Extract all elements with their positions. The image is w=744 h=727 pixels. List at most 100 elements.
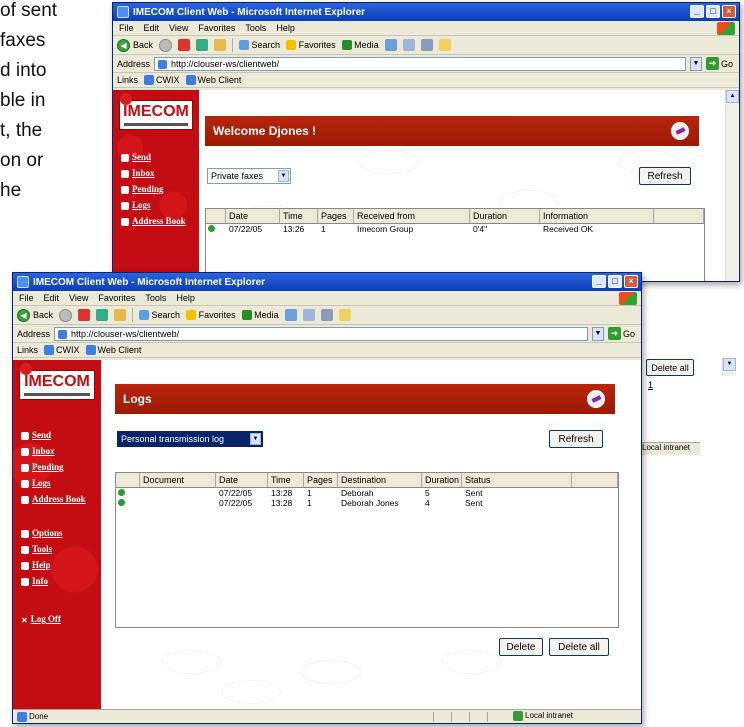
delete-all-button[interactable]: Delete all [549, 638, 609, 656]
link-cwix[interactable]: CWIX [44, 345, 80, 356]
menu-file[interactable]: File [119, 23, 134, 33]
nav-help[interactable]: Help [21, 560, 51, 570]
favorites-button[interactable]: Favorites [186, 310, 236, 321]
close-button[interactable]: × [722, 5, 736, 18]
maximize-button[interactable]: □ [608, 275, 622, 288]
home-icon[interactable] [214, 39, 227, 51]
menu-favorites[interactable]: Favorites [198, 23, 235, 33]
doc-text-line: he [0, 180, 22, 201]
folder-select[interactable]: Private faxes ▼ [207, 168, 291, 184]
mail-icon[interactable] [302, 309, 315, 321]
mail-icon[interactable] [402, 39, 415, 51]
back-button[interactable]: ◀ Back [17, 308, 53, 322]
table-row[interactable]: 07/22/05 13:28 1 Deborah 5 Sent [116, 488, 618, 498]
ie-icon [117, 6, 129, 18]
refresh-button[interactable]: Refresh [639, 167, 691, 185]
column-header[interactable]: Time [268, 473, 304, 487]
stop-icon[interactable] [78, 309, 91, 321]
refresh-icon[interactable] [96, 309, 109, 321]
pending-icon [21, 463, 29, 472]
nav-logs[interactable]: Logs [121, 200, 151, 210]
print-icon[interactable] [320, 309, 333, 321]
nav-address-book[interactable]: Address Book [21, 494, 86, 504]
menu-edit[interactable]: Edit [144, 23, 160, 33]
history-icon[interactable] [384, 39, 397, 51]
print-icon[interactable] [420, 39, 433, 51]
column-header[interactable]: Pages [318, 209, 354, 223]
column-header[interactable]: Date [226, 209, 280, 223]
history-icon[interactable] [284, 309, 297, 321]
folder-icon[interactable] [338, 309, 351, 321]
forward-arrow-icon[interactable] [59, 308, 73, 322]
table-row[interactable]: 07/22/05 13:26 1 Imecom Group 0'4" Recei… [206, 224, 704, 234]
link-cwix[interactable]: CWIX [144, 75, 180, 86]
nav-send[interactable]: Send [121, 152, 151, 162]
table-row[interactable]: 07/22/05 13:28 1 Deborah Jones 4 Sent [116, 498, 618, 508]
column-header[interactable]: Pages [304, 473, 338, 487]
address-input[interactable]: http://clouser-ws/clientweb/ [54, 326, 588, 341]
stop-icon[interactable] [178, 39, 191, 51]
address-dropdown-icon[interactable]: ▼ [591, 326, 604, 341]
search-button[interactable]: Search [139, 310, 180, 321]
nav-pending[interactable]: Pending [21, 462, 64, 472]
nav-send[interactable]: Send [21, 430, 51, 440]
column-header[interactable]: Information [540, 209, 654, 223]
media-button[interactable]: Media [341, 40, 379, 51]
nav-inbox[interactable]: Inbox [121, 168, 155, 178]
address-dropdown-icon[interactable]: ▼ [689, 56, 702, 71]
link-web-client[interactable]: Web Client [185, 75, 241, 86]
menu-favorites[interactable]: Favorites [98, 293, 135, 303]
nav-log-off[interactable]: ✕ Log Off [21, 614, 61, 625]
menu-tools[interactable]: Tools [145, 293, 166, 303]
minimize-button[interactable]: _ [690, 5, 704, 18]
home-icon[interactable] [114, 309, 127, 321]
menu-tools[interactable]: Tools [245, 23, 266, 33]
link-web-client[interactable]: Web Client [85, 345, 141, 356]
vertical-scrollbar[interactable]: ▲ [725, 90, 739, 281]
nav-logs[interactable]: Logs [21, 478, 51, 488]
nav-options[interactable]: Options [21, 528, 63, 538]
delete-button[interactable]: Delete [499, 638, 543, 656]
close-button[interactable]: × [624, 275, 638, 288]
nav-pending[interactable]: Pending [121, 184, 164, 194]
nav-address-book[interactable]: Address Book [121, 216, 186, 226]
maximize-button[interactable]: □ [706, 5, 720, 18]
minimize-button[interactable]: _ [592, 275, 606, 288]
address-input[interactable]: http://clouser-ws/clientweb/ [154, 56, 686, 71]
scroll-up-icon[interactable]: ▲ [726, 90, 739, 103]
column-header[interactable]: Duration [470, 209, 540, 223]
menu-view[interactable]: View [169, 23, 188, 33]
folder-icon[interactable] [438, 39, 451, 51]
go-button[interactable]: ➜ Go [607, 327, 635, 340]
menu-help[interactable]: Help [276, 23, 295, 33]
menu-view[interactable]: View [69, 293, 88, 303]
column-header[interactable]: Status [462, 473, 572, 487]
inbox-icon [121, 169, 129, 178]
forward-arrow-icon[interactable] [159, 38, 173, 52]
nav-inbox[interactable]: Inbox [21, 446, 55, 456]
media-button[interactable]: Media [241, 310, 279, 321]
nav-tools[interactable]: Tools [21, 544, 52, 554]
window-title: IMECOM Client Web - Microsoft Internet E… [33, 276, 266, 288]
column-header[interactable]: Document [140, 473, 216, 487]
back-button[interactable]: ◀ Back [117, 38, 153, 52]
menu-help[interactable]: Help [176, 293, 195, 303]
column-header[interactable]: Duration [422, 473, 462, 487]
menu-file[interactable]: File [19, 293, 34, 303]
log-type-select[interactable]: Personal transmission log ▼ [117, 431, 263, 447]
scroll-down-icon[interactable]: ▼ [722, 358, 736, 376]
refresh-button[interactable]: Refresh [549, 430, 603, 448]
doc-text-line: on or [0, 150, 44, 171]
nav-info[interactable]: Info [21, 576, 48, 586]
column-header[interactable]: Time [280, 209, 318, 223]
go-button[interactable]: ➜ Go [705, 57, 733, 70]
refresh-icon[interactable] [196, 39, 209, 51]
menu-edit[interactable]: Edit [44, 293, 60, 303]
search-button[interactable]: Search [239, 40, 280, 51]
favorites-button[interactable]: Favorites [286, 40, 336, 51]
page-link[interactable]: 1 [648, 380, 653, 390]
delete-all-button-back[interactable]: Delete all [646, 359, 694, 376]
column-header[interactable]: Destination [338, 473, 422, 487]
column-header[interactable]: Date [216, 473, 268, 487]
column-header[interactable]: Received from [354, 209, 470, 223]
